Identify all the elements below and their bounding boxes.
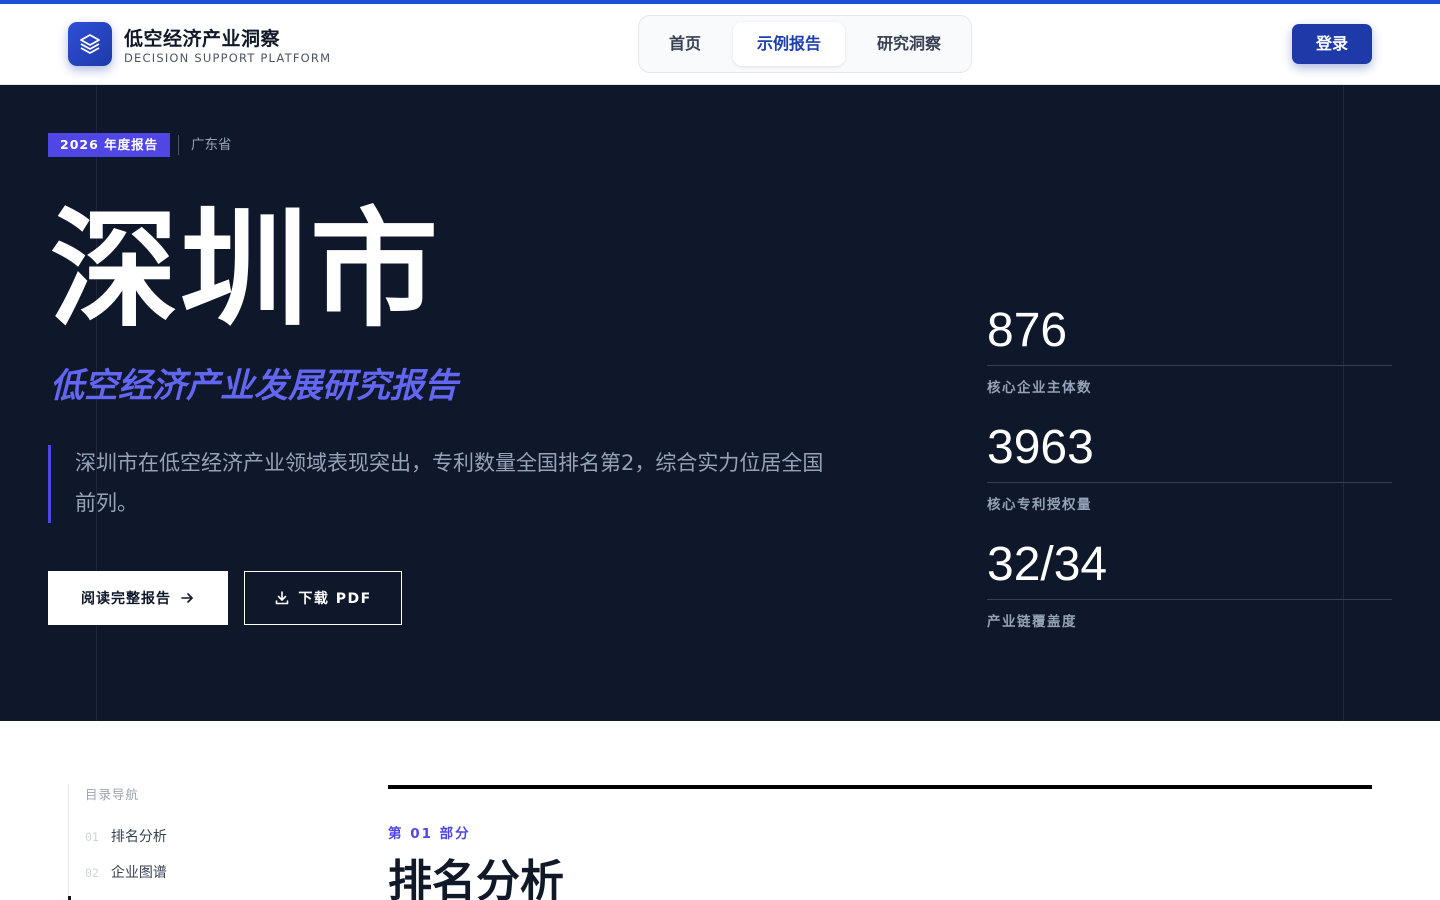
section-top-rule: [388, 785, 1372, 789]
stat-value: 3963: [987, 421, 1094, 474]
toc-title: 目录导航: [85, 787, 140, 802]
table-of-contents: 目录导航 01 排名分析 02 企业图谱: [68, 784, 328, 900]
login-button[interactable]: 登录: [1292, 24, 1372, 64]
nav-sample-reports[interactable]: 示例报告: [733, 22, 845, 66]
stat-core-patents: 3963 核心专利授权量: [987, 420, 1392, 513]
stat-label: 核心专利授权量: [987, 497, 1092, 513]
nav-research-insights[interactable]: 研究洞察: [857, 22, 961, 66]
stat-value: 876: [987, 304, 1068, 357]
stat-label: 核心企业主体数: [987, 380, 1092, 396]
description-accent-bar: [48, 445, 51, 523]
toc-item-number: 02: [85, 866, 99, 880]
section-number-label: 第 01 部分: [388, 826, 471, 842]
badge-divider: [178, 135, 179, 155]
toc-item-label: 排名分析: [110, 829, 167, 845]
main-nav: 首页 示例报告 研究洞察: [638, 15, 972, 73]
stat-divider: [987, 365, 1392, 366]
arrow-right-icon: [181, 593, 193, 603]
stat-label: 产业链覆盖度: [987, 614, 1077, 630]
stat-core-enterprises: 876 核心企业主体数: [987, 303, 1392, 396]
province-label: 广东省: [191, 137, 232, 153]
download-icon: [276, 591, 289, 605]
toc-item-label: 企业图谱: [110, 865, 167, 881]
read-full-report-button[interactable]: 阅读完整报告: [48, 571, 228, 625]
toc-item-enterprise-map[interactable]: 02 企业图谱: [85, 862, 167, 882]
read-button-label: 阅读完整报告: [81, 591, 171, 607]
stat-chain-coverage: 32/34 产业链覆盖度: [987, 537, 1392, 630]
pdf-button-label: 下载 PDF: [298, 591, 372, 607]
report-description: 深圳市在低空经济产业领域表现突出，专利数量全国排名第2，综合实力位居全国前列。: [75, 451, 824, 515]
stat-divider: [987, 599, 1392, 600]
report-subtitle: 低空经济产业发展研究报告: [50, 366, 458, 406]
year-badge: 2026 年度报告: [48, 133, 171, 157]
site-header: 低空经济产业洞察 DECISION SUPPORT PLATFORM 首页 示例…: [0, 4, 1440, 85]
section-title: 排名分析: [388, 856, 564, 900]
stat-divider: [987, 482, 1392, 483]
toc-item-ranking[interactable]: 01 排名分析: [85, 826, 167, 846]
brand-title: 低空经济产业洞察: [124, 28, 281, 50]
hero-section: 2026 年度报告 广东省 深圳市 低空经济产业发展研究报告 深圳市在低空经济产…: [0, 85, 1440, 721]
toc-item-number: 01: [85, 830, 99, 844]
brand-subtitle: DECISION SUPPORT PLATFORM: [124, 51, 332, 65]
download-pdf-button[interactable]: 下载 PDF: [244, 571, 402, 625]
logo-icon[interactable]: [68, 22, 112, 66]
toc-active-marker: [68, 896, 71, 900]
city-title: 深圳市: [50, 195, 441, 345]
stat-value: 32/34: [987, 538, 1108, 591]
nav-home[interactable]: 首页: [649, 22, 721, 66]
